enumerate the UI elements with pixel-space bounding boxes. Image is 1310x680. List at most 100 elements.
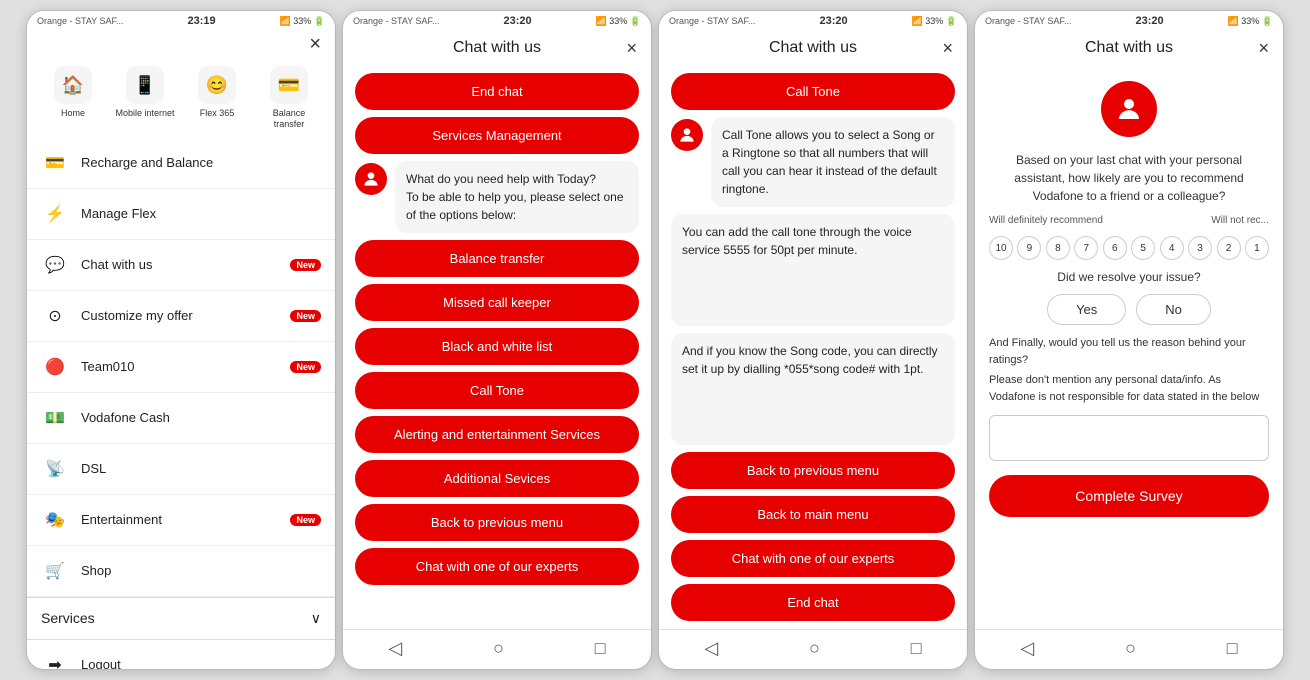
end-chat-3-button[interactable]: End chat: [671, 584, 955, 621]
entertainment-label: Entertainment: [81, 512, 162, 527]
final-question-block: And Finally, would you tell us the reaso…: [989, 335, 1269, 405]
additional-services-button[interactable]: Additional Sevices: [355, 460, 639, 497]
services-management-button[interactable]: Services Management: [355, 117, 639, 154]
recent-nav-icon-4[interactable]: □: [1227, 638, 1238, 659]
carrier-3: Orange - STAY SAF...: [669, 16, 756, 26]
menu-item-customize[interactable]: ⊙ Customize my offer New: [27, 291, 335, 342]
back-previous-3-button[interactable]: Back to previous menu: [671, 452, 955, 489]
complete-survey-button[interactable]: Complete Survey: [989, 475, 1269, 517]
bot-bubble-3b: You can add the call tone through the vo…: [671, 214, 955, 326]
chat-content-3: Call Tone Call Tone allows you to select…: [659, 65, 967, 629]
dsl-icon: 📡: [41, 455, 69, 483]
status-icons-4: 📶 33% 🔋: [1228, 16, 1273, 27]
recharge-icon: 💳: [41, 149, 69, 177]
manage-flex-label: Manage Flex: [81, 206, 156, 221]
menu-item-manage-flex[interactable]: ⚡ Manage Flex: [27, 189, 335, 240]
bottom-nav-2: ◁ ○ □: [343, 629, 651, 669]
chat-icon: 💬: [41, 251, 69, 279]
home-label: Home: [61, 108, 85, 119]
close-button-1[interactable]: ×: [309, 33, 321, 56]
home-nav-icon-2[interactable]: ○: [493, 638, 504, 659]
bottom-nav-4: ◁ ○ □: [975, 629, 1283, 669]
screen-2-chat-menu: Orange - STAY SAF... 23:20 📶 33% 🔋 Chat …: [342, 10, 652, 670]
shop-label: Shop: [81, 563, 111, 578]
home-nav-icon-3[interactable]: ○: [809, 638, 820, 659]
balance-transfer-button[interactable]: Balance transfer: [355, 240, 639, 277]
entertainment-badge: New: [290, 514, 321, 526]
rating-4[interactable]: 4: [1160, 236, 1184, 260]
time-3: 23:20: [819, 15, 847, 27]
shop-icon: 🛒: [41, 557, 69, 585]
rating-7[interactable]: 7: [1074, 236, 1098, 260]
rating-5[interactable]: 5: [1131, 236, 1155, 260]
back-nav-icon-2[interactable]: ◁: [388, 638, 402, 659]
rating-6[interactable]: 6: [1103, 236, 1127, 260]
chat-header-2: Chat with us ×: [343, 29, 651, 65]
entertainment-icon: 🎭: [41, 506, 69, 534]
customize-icon: ⊙: [41, 302, 69, 330]
bottom-nav-3: ◁ ○ □: [659, 629, 967, 669]
back-nav-icon-4[interactable]: ◁: [1020, 638, 1034, 659]
chat-header-3: Chat with us ×: [659, 29, 967, 65]
customize-label: Customize my offer: [81, 308, 193, 323]
customize-badge: New: [290, 310, 321, 322]
team010-badge: New: [290, 361, 321, 373]
recent-nav-icon-3[interactable]: □: [911, 638, 922, 659]
back-main-3-button[interactable]: Back to main menu: [671, 496, 955, 533]
survey-avatar-row: [989, 81, 1269, 137]
rating-1[interactable]: 1: [1245, 236, 1269, 260]
chat-content-2: End chat Services Management What do you…: [343, 65, 651, 629]
alerting-entertainment-button[interactable]: Alerting and entertainment Services: [355, 416, 639, 453]
recharge-label: Recharge and Balance: [81, 155, 213, 170]
menu-item-recharge[interactable]: 💳 Recharge and Balance: [27, 138, 335, 189]
quick-icons-row: 🏠 Home 📱 Mobile internet 😊 Flex 365 💳 Ba…: [27, 56, 335, 138]
quick-icon-flex[interactable]: 😊 Flex 365: [187, 66, 247, 130]
services-row[interactable]: Services ∨: [27, 597, 335, 640]
screen-4-survey: Orange - STAY SAF... 23:20 📶 33% 🔋 Chat …: [974, 10, 1284, 670]
close-button-2[interactable]: ×: [626, 38, 637, 59]
screens-container: Orange - STAY SAF... 23:19 📶 33% 🔋 × 🏠 H…: [16, 0, 1294, 680]
close-button-3[interactable]: ×: [942, 38, 953, 59]
chat-badge: New: [290, 259, 321, 271]
call-tone-top-button[interactable]: Call Tone: [671, 73, 955, 110]
quick-icon-balance[interactable]: 💳 Balance transfer: [259, 66, 319, 130]
missed-call-keeper-button[interactable]: Missed call keeper: [355, 284, 639, 321]
menu-item-vodafone-cash[interactable]: 💵 Vodafone Cash: [27, 393, 335, 444]
menu-item-dsl[interactable]: 📡 DSL: [27, 444, 335, 495]
menu-item-shop[interactable]: 🛒 Shop: [27, 546, 335, 597]
menu-item-entertainment[interactable]: 🎭 Entertainment New: [27, 495, 335, 546]
close-button-4[interactable]: ×: [1258, 38, 1269, 59]
home-nav-icon-4[interactable]: ○: [1125, 638, 1136, 659]
bot-text-3a: Call Tone allows you to select a Song or…: [722, 128, 937, 196]
rating-8[interactable]: 8: [1046, 236, 1070, 260]
quick-icon-home[interactable]: 🏠 Home: [43, 66, 103, 130]
yes-button[interactable]: Yes: [1047, 294, 1126, 325]
recent-nav-icon-2[interactable]: □: [595, 638, 606, 659]
rating-2[interactable]: 2: [1217, 236, 1241, 260]
bot-text-3b: You can add the call tone through the vo…: [682, 225, 912, 257]
carrier-2: Orange - STAY SAF...: [353, 16, 440, 26]
chat-experts-3-button[interactable]: Chat with one of our experts: [671, 540, 955, 577]
carrier-4: Orange - STAY SAF...: [985, 16, 1072, 26]
chat-experts-button[interactable]: Chat with one of our experts: [355, 548, 639, 585]
logout-item[interactable]: ➡ Logout: [27, 640, 335, 670]
rating-3[interactable]: 3: [1188, 236, 1212, 260]
chat-title-4: Chat with us: [1085, 39, 1173, 57]
call-tone-button[interactable]: Call Tone: [355, 372, 639, 409]
black-white-list-button[interactable]: Black and white list: [355, 328, 639, 365]
back-previous-menu-button[interactable]: Back to previous menu: [355, 504, 639, 541]
rating-10[interactable]: 10: [989, 236, 1013, 260]
rating-9[interactable]: 9: [1017, 236, 1041, 260]
end-chat-button[interactable]: End chat: [355, 73, 639, 110]
back-nav-icon-3[interactable]: ◁: [704, 638, 718, 659]
feedback-textarea[interactable]: [989, 415, 1269, 461]
bot-bubble: What do you need help with Today?To be a…: [395, 161, 639, 233]
mobile-internet-icon: 📱: [126, 66, 164, 104]
menu-item-chat[interactable]: 💬 Chat with us New: [27, 240, 335, 291]
balance-label: Balance transfer: [259, 108, 319, 130]
team010-label: Team010: [81, 359, 134, 374]
menu-item-team010[interactable]: 🔴 Team010 New: [27, 342, 335, 393]
no-button[interactable]: No: [1136, 294, 1211, 325]
quick-icon-mobile[interactable]: 📱 Mobile internet: [115, 66, 175, 130]
bot-avatar-3: [671, 119, 703, 151]
